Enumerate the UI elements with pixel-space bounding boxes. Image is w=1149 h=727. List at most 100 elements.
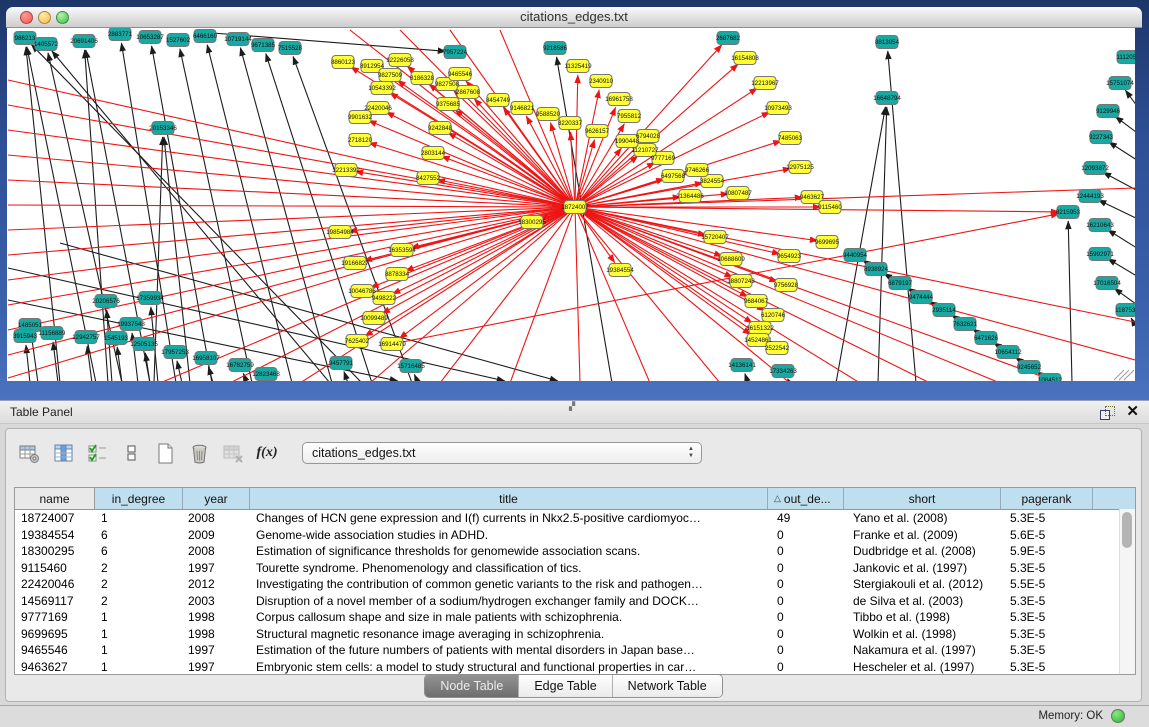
table-cell-short[interactable]: Stergiakouli et al. (2012) (844, 576, 1001, 593)
column-header-short[interactable]: short (844, 488, 1001, 509)
table-row[interactable]: 1830029562008Estimation of significance … (15, 543, 1135, 560)
table-cell-in[interactable]: 2 (95, 593, 183, 610)
table-cell-name[interactable]: 9699695 (15, 626, 95, 643)
table-cell-short[interactable]: Jankovic et al. (1997) (844, 560, 1001, 577)
minimize-traffic-light[interactable] (38, 11, 51, 24)
network-graph[interactable]: 1872400718300295193845548860123891295412… (7, 28, 1135, 381)
table-row[interactable]: 1872400712008Changes of HCN gene express… (15, 510, 1135, 527)
table-cell-title[interactable]: Estimation of the future numbers of pati… (250, 642, 768, 659)
table-row[interactable]: 977716911998Corpus callosum shape and si… (15, 609, 1135, 626)
delete-trash-icon[interactable] (188, 442, 210, 464)
column-header-in[interactable]: in_degree (95, 488, 183, 509)
table-cell-in[interactable]: 2 (95, 560, 183, 577)
table-cell-short[interactable]: de Silva et al. (2003) (844, 593, 1001, 610)
close-traffic-light[interactable] (20, 11, 33, 24)
vertical-scrollbar[interactable] (1119, 509, 1135, 674)
row-selection-icon[interactable] (86, 442, 108, 464)
table-cell-out[interactable]: 49 (768, 510, 844, 527)
table-selector-dropdown[interactable]: citations_edges.txt ▲▼ (302, 442, 702, 464)
table-cell-title[interactable]: Investigating the contribution of common… (250, 576, 768, 593)
network-view-canvas[interactable]: 1872400718300295193845548860123891295412… (7, 28, 1135, 381)
function-builder-icon[interactable]: f(x) (256, 442, 278, 464)
table-cell-page[interactable]: 5.9E-5 (1001, 543, 1093, 560)
table-cell-in[interactable]: 1 (95, 659, 183, 676)
table-cell-out[interactable]: 0 (768, 593, 844, 610)
table-cell-title[interactable]: Tourette syndrome. Phenomenology and cla… (250, 560, 768, 577)
table-cell-page[interactable]: 5.3E-5 (1001, 593, 1093, 610)
table-cell-out[interactable]: 0 (768, 576, 844, 593)
table-row[interactable]: 2242004622012Investigating the contribut… (15, 576, 1135, 593)
close-icon[interactable]: ✕ (1126, 403, 1139, 421)
table-cell-year[interactable]: 1997 (183, 659, 250, 676)
scrollbar-thumb[interactable] (1122, 512, 1132, 548)
table-cell-in[interactable]: 1 (95, 642, 183, 659)
table-cell-name[interactable]: 22420046 (15, 576, 95, 593)
table-cell-short[interactable]: Franke et al. (2009) (844, 527, 1001, 544)
column-header-title[interactable]: title (250, 488, 768, 509)
float-window-icon[interactable] (1100, 406, 1113, 419)
table-cell-page[interactable]: 5.3E-5 (1001, 510, 1093, 527)
table-cell-year[interactable]: 1997 (183, 642, 250, 659)
table-cell-name[interactable]: 9465546 (15, 642, 95, 659)
merge-rows-icon[interactable] (120, 442, 142, 464)
table-cell-page[interactable]: 5.6E-5 (1001, 527, 1093, 544)
table-cell-short[interactable]: Nakamura et al. (1997) (844, 642, 1001, 659)
table-cell-out[interactable]: 0 (768, 642, 844, 659)
table-cell-page[interactable]: 5.5E-5 (1001, 576, 1093, 593)
table-cell-short[interactable]: Tibbo et al. (1998) (844, 609, 1001, 626)
table-settings-icon[interactable] (18, 442, 40, 464)
table-cell-out[interactable]: 0 (768, 527, 844, 544)
table-cell-name[interactable]: 9115460 (15, 560, 95, 577)
table-cell-year[interactable]: 2008 (183, 543, 250, 560)
table-cell-title[interactable]: Estimation of significance thresholds fo… (250, 543, 768, 560)
table-cell-title[interactable]: Structural magnetic resonance image aver… (250, 626, 768, 643)
table-cell-page[interactable]: 5.3E-5 (1001, 642, 1093, 659)
tab-node-table[interactable]: Node Table (425, 675, 518, 697)
table-cell-year[interactable]: 2009 (183, 527, 250, 544)
table-cell-in[interactable]: 1 (95, 609, 183, 626)
table-cell-name[interactable]: 9463627 (15, 659, 95, 676)
table-cell-in[interactable]: 1 (95, 626, 183, 643)
table-cell-name[interactable]: 14569117 (15, 593, 95, 610)
table-cell-out[interactable]: 0 (768, 659, 844, 676)
table-cell-year[interactable]: 2008 (183, 510, 250, 527)
table-cell-year[interactable]: 2012 (183, 576, 250, 593)
panel-divider-grip[interactable]: ▞ (569, 402, 575, 411)
column-header-name[interactable]: name (15, 488, 95, 509)
memory-ok-indicator[interactable] (1111, 709, 1125, 723)
table-cell-page[interactable]: 5.3E-5 (1001, 659, 1093, 676)
table-cell-out[interactable]: 0 (768, 609, 844, 626)
new-document-icon[interactable] (154, 442, 176, 464)
select-columns-icon[interactable] (52, 442, 74, 464)
table-cell-short[interactable]: Dudbridge et al. (2008) (844, 543, 1001, 560)
table-cell-out[interactable]: 0 (768, 626, 844, 643)
table-cell-year[interactable]: 2003 (183, 593, 250, 610)
table-cell-short[interactable]: Wolkin et al. (1998) (844, 626, 1001, 643)
delete-table-disabled-icon[interactable] (222, 442, 244, 464)
window-titlebar[interactable]: citations_edges.txt (6, 7, 1142, 28)
tab-network-table[interactable]: Network Table (612, 675, 722, 697)
table-cell-in[interactable]: 6 (95, 543, 183, 560)
zoom-traffic-light[interactable] (56, 11, 69, 24)
table-cell-name[interactable]: 19384554 (15, 527, 95, 544)
table-row[interactable]: 1456911722003Disruption of a novel membe… (15, 593, 1135, 610)
table-cell-in[interactable]: 2 (95, 576, 183, 593)
table-cell-short[interactable]: Yano et al. (2008) (844, 510, 1001, 527)
tab-edge-table[interactable]: Edge Table (518, 675, 611, 697)
table-cell-year[interactable]: 1998 (183, 626, 250, 643)
table-cell-title[interactable]: Corpus callosum shape and size in male p… (250, 609, 768, 626)
table-cell-page[interactable]: 5.3E-5 (1001, 609, 1093, 626)
column-header-year[interactable]: year (183, 488, 250, 509)
table-row[interactable]: 911546021997Tourette syndrome. Phenomeno… (15, 560, 1135, 577)
column-header-out[interactable]: △out_de... (768, 488, 844, 509)
table-row[interactable]: 1938455462009Genome-wide association stu… (15, 527, 1135, 544)
table-cell-title[interactable]: Disruption of a novel member of a sodium… (250, 593, 768, 610)
table-cell-out[interactable]: 0 (768, 543, 844, 560)
table-cell-in[interactable]: 1 (95, 510, 183, 527)
table-cell-title[interactable]: Genome-wide association studies in ADHD. (250, 527, 768, 544)
table-row[interactable]: 969969511998Structural magnetic resonanc… (15, 626, 1135, 643)
column-header-page[interactable]: pagerank (1001, 488, 1093, 509)
table-cell-year[interactable]: 1998 (183, 609, 250, 626)
table-row[interactable]: 946554611997Estimation of the future num… (15, 642, 1135, 659)
resize-grip-icon[interactable] (1114, 370, 1134, 380)
